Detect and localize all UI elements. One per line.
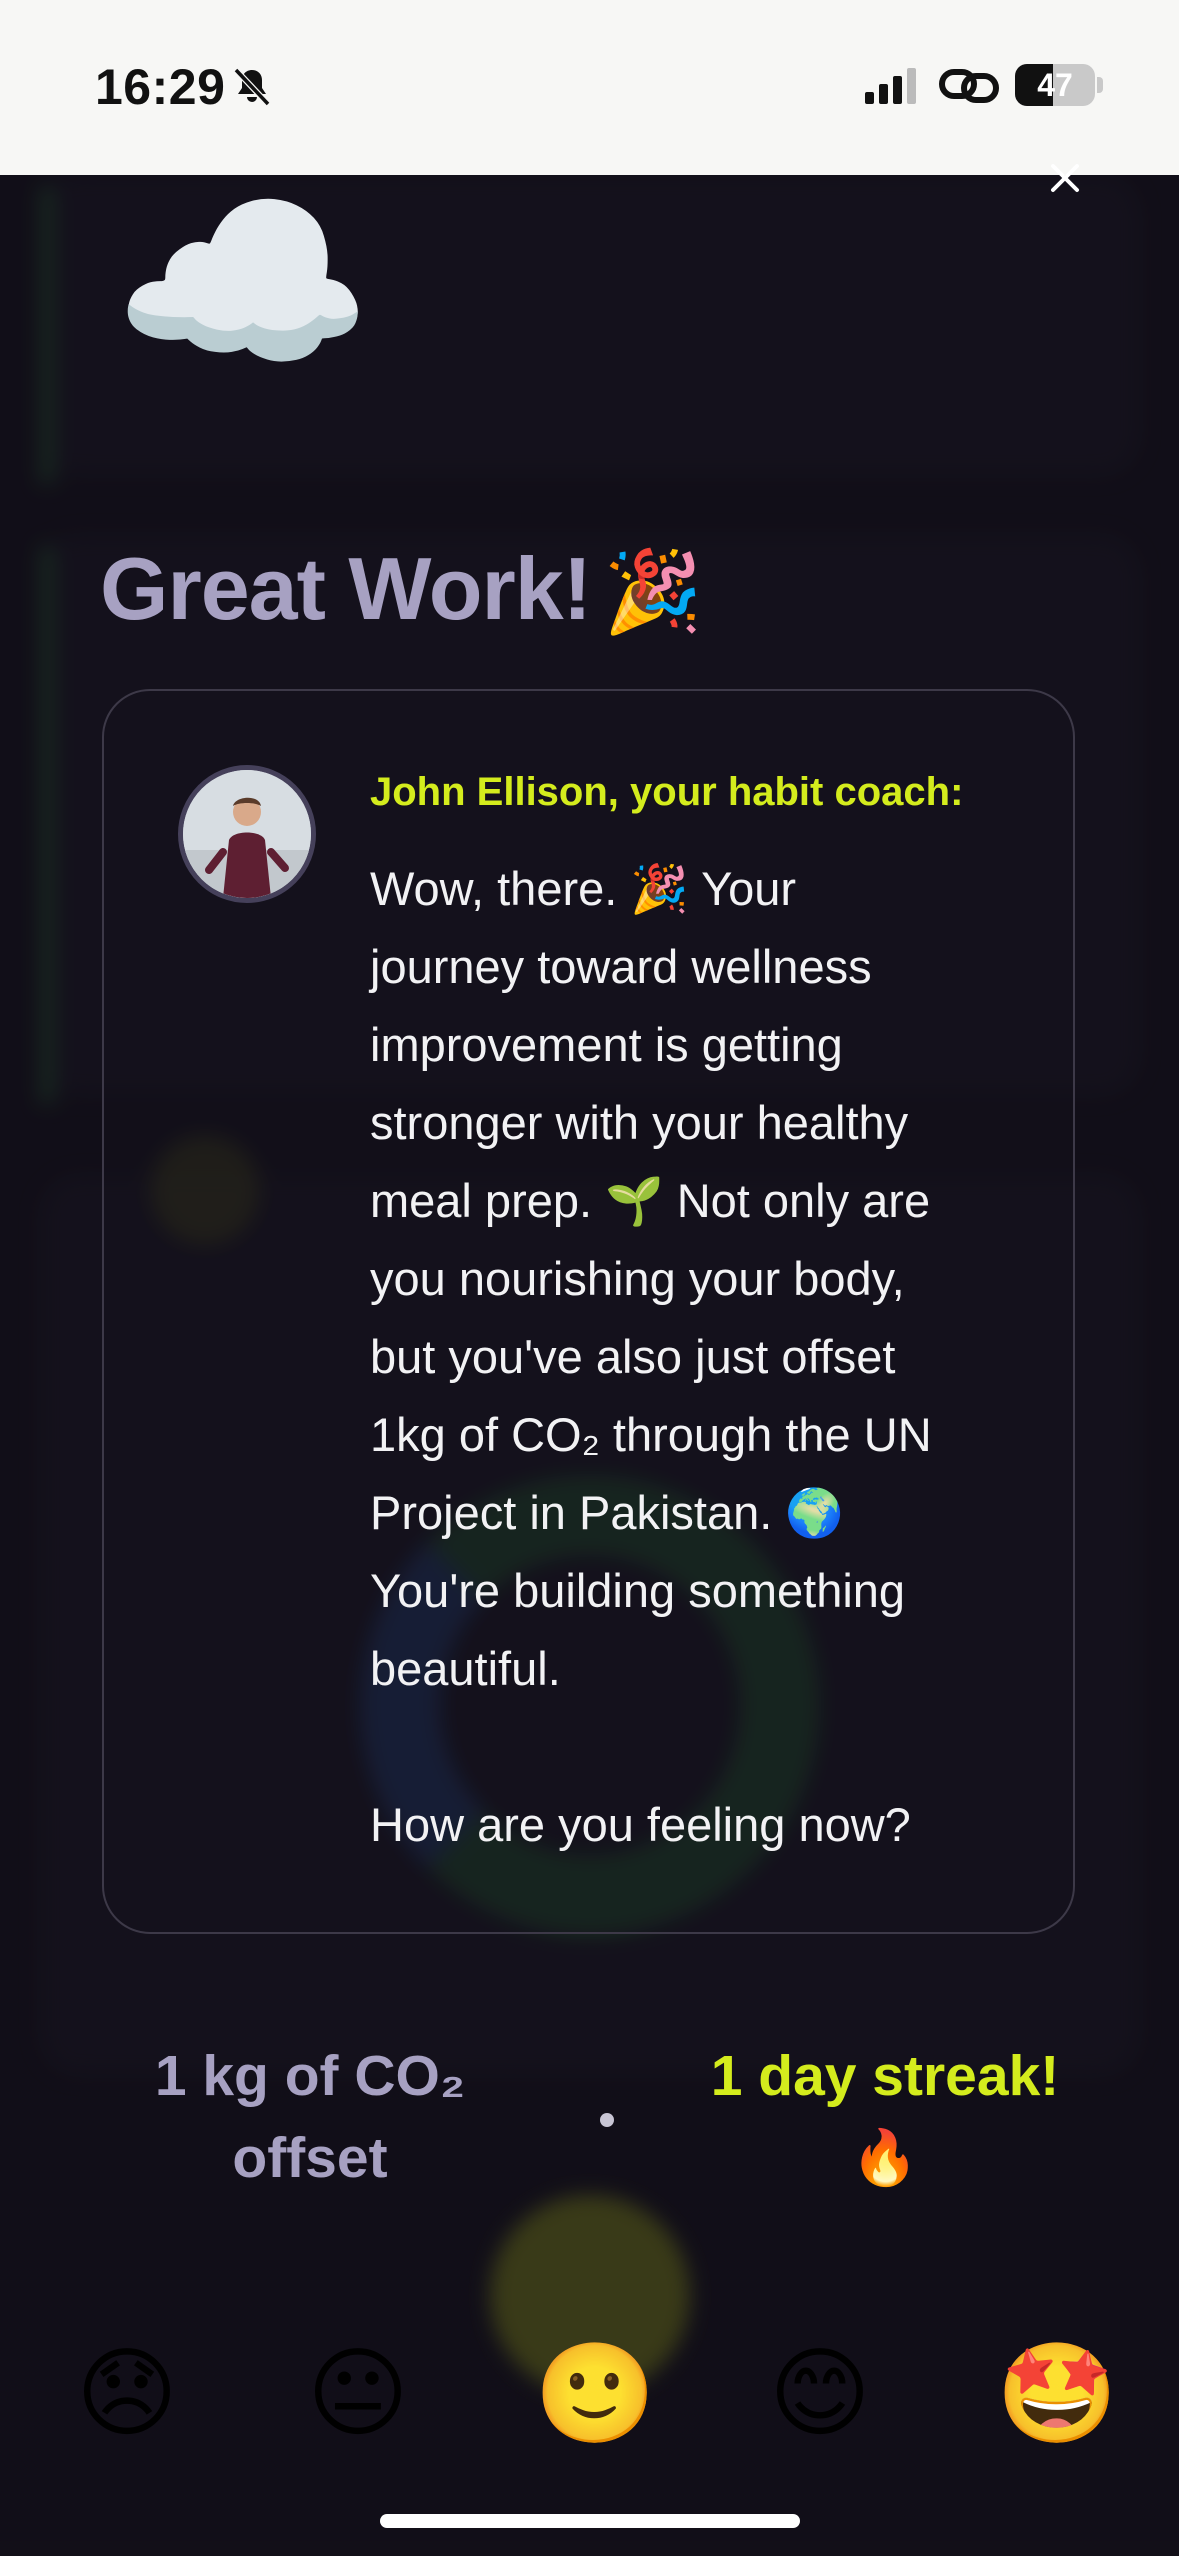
battery-icon: 47 [1015,64,1095,106]
message-line: Project in Pakistan. 🌍 [370,1486,844,1539]
co2-offset-stat: 1 kg of CO₂ offset [120,2035,500,2199]
message-line: but you've also just offset [370,1330,896,1383]
message-line: meal prep. 🌱 Not only are [370,1174,931,1227]
cloud-icon: ☁️ [112,165,374,400]
status-bar: 16:29 47 [0,0,1179,175]
co2-offset-label: offset [232,2126,388,2190]
streak-label: 1 day streak! [710,2044,1060,2108]
cellular-signal-icon [865,68,916,104]
message-line: Wow, there. 🎉 Your [370,862,797,915]
coach-message: Wow, there. 🎉 Your journey toward wellne… [370,850,1050,1864]
streak-stat: 1 day streak! 🔥 [690,2035,1080,2199]
feeling-question: How are you feeling now? [370,1798,911,1851]
message-line: You're building something [370,1564,906,1617]
message-line: 1kg of CO₂ through the UN [370,1408,932,1461]
message-line: you nourishing your body, [370,1252,905,1305]
coach-avatar [178,765,316,903]
co2-offset-value: 1 kg of CO₂ [154,2044,466,2108]
message-line: beautiful. [370,1642,561,1695]
message-line: improvement is getting [370,1018,843,1071]
title-text: Great Work! [100,539,592,638]
link-icon [939,69,999,103]
mood-smiling-button[interactable]: 😊 [765,2338,875,2448]
fire-icon: 🔥 [851,2128,919,2188]
message-line: stronger with your healthy [370,1096,909,1149]
separator-dot [600,2113,614,2127]
close-icon[interactable] [1045,158,1085,198]
battery-percent: 47 [1037,67,1073,103]
mood-neutral-button[interactable]: 😐 [303,2338,413,2448]
status-time: 16:29 [95,59,226,115]
mood-star-struck-button[interactable]: 🤩 [996,2338,1118,2448]
mood-disappointed-button[interactable]: 😞 [72,2338,182,2448]
coach-name-label: John Ellison, your habit coach: [370,770,964,814]
bell-slash-icon [233,67,271,107]
party-popper-icon: 🎉 [603,547,703,636]
home-indicator[interactable] [380,2514,800,2528]
page-title: Great Work! 🎉 [100,538,703,640]
message-line: journey toward wellness [370,940,872,993]
mood-slightly-smiling-button[interactable]: 🙂 [534,2338,656,2448]
mood-selector: 😞 😐 🙂 😊 🤩 [0,2338,1179,2448]
